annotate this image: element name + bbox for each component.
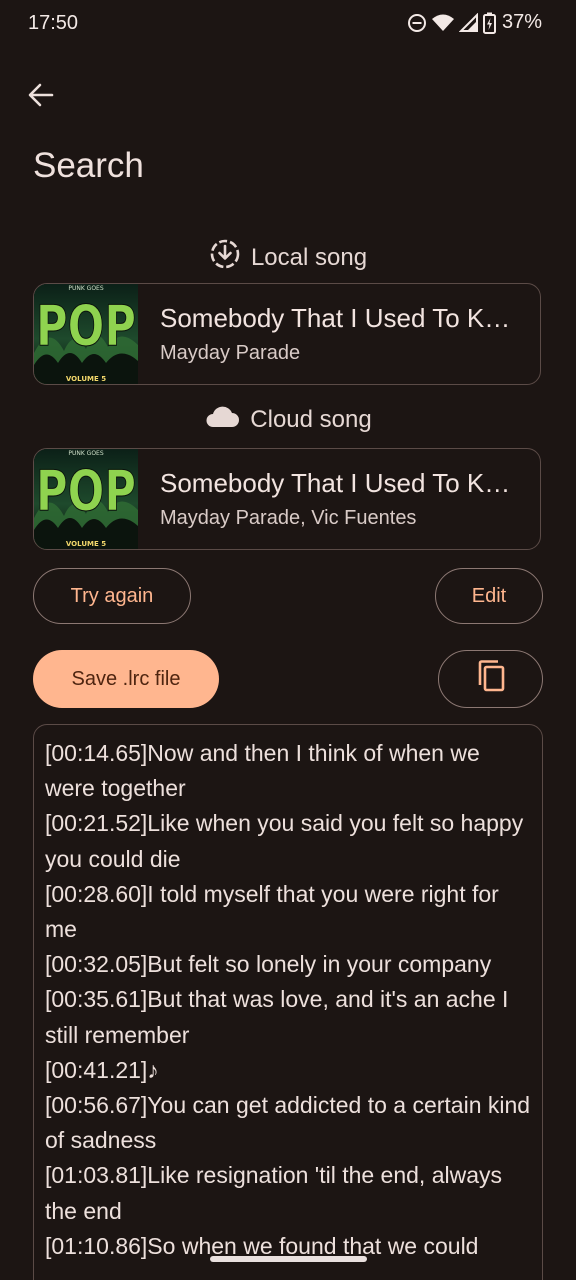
album-cover: PUNK GOES POP VOLUME 5	[34, 284, 138, 384]
local-song-card[interactable]: PUNK GOES POP VOLUME 5 Somebody That I U…	[33, 283, 541, 385]
svg-text:POP: POP	[36, 294, 136, 359]
album-cover: PUNK GOES POP VOLUME 5	[34, 449, 138, 549]
page-title: Search	[33, 146, 144, 185]
signal-icon	[458, 12, 479, 33]
svg-text:VOLUME 5: VOLUME 5	[66, 540, 106, 548]
song-artist: Mayday Parade, Vic Fuentes	[160, 507, 417, 529]
status-icons: 37%	[407, 11, 542, 34]
home-indicator[interactable]	[210, 1256, 367, 1262]
back-button[interactable]	[20, 76, 62, 118]
try-again-button[interactable]: Try again	[33, 568, 191, 624]
cloud-song-card[interactable]: PUNK GOES POP VOLUME 5 Somebody That I U…	[33, 448, 541, 550]
local-song-label-text: Local song	[250, 243, 368, 271]
cloud-song-label-text: Cloud song	[250, 405, 372, 433]
status-time: 17:50	[28, 12, 79, 34]
lyrics-text[interactable]: [00:14.65]Now and then I think of when w…	[34, 725, 542, 1264]
status-bar: 17:50 37%	[0, 0, 576, 50]
song-artist: Mayday Parade	[160, 342, 301, 364]
song-title: Somebody That I Used To Know	[160, 468, 515, 498]
download-circle-icon	[209, 238, 241, 277]
song-info: Somebody That I Used To Know Mayday Para…	[138, 303, 520, 365]
copy-button[interactable]	[438, 650, 543, 708]
edit-button[interactable]: Edit	[435, 568, 543, 624]
svg-text:PUNK GOES: PUNK GOES	[68, 285, 104, 292]
cloud-song-label: Cloud song	[0, 403, 576, 436]
svg-text:VOLUME 5: VOLUME 5	[66, 375, 106, 383]
song-info: Somebody That I Used To Know Mayday Para…	[138, 468, 520, 530]
screen: 17:50 37% Search Local song PUNK GOES PO…	[0, 0, 576, 1280]
local-song-label: Local song	[0, 238, 576, 277]
do-not-disturb-icon	[407, 13, 427, 33]
arrow-back-icon	[28, 83, 54, 112]
wifi-icon	[431, 13, 455, 33]
svg-text:POP: POP	[36, 459, 136, 524]
battery-icon	[482, 12, 496, 34]
cloud-icon	[204, 403, 240, 436]
lyrics-editor[interactable]: [00:14.65]Now and then I think of when w…	[33, 724, 543, 1280]
save-lrc-button[interactable]: Save .lrc file	[33, 650, 219, 708]
battery-percent: 37%	[501, 11, 542, 33]
song-title: Somebody That I Used To Know	[160, 303, 515, 333]
svg-text:PUNK GOES: PUNK GOES	[68, 450, 104, 457]
copy-icon	[476, 659, 506, 699]
